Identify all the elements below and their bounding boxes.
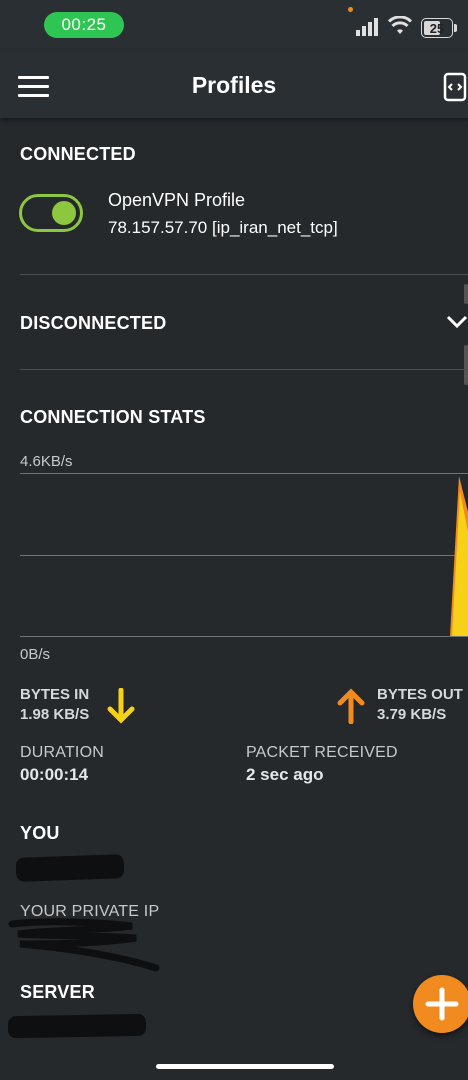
bytes-in-label: BYTES IN [20,686,90,703]
add-profile-button[interactable] [413,975,468,1033]
profile-name[interactable]: OpenVPN Profile [108,190,245,211]
privacy-indicator-dot [348,7,353,12]
redacted-private-ip [8,918,160,972]
you-heading: YOU [20,823,60,843]
redacted-public-ip [15,854,125,882]
import-profile-icon[interactable] [442,72,468,102]
profile-connection-toggle[interactable] [19,194,83,232]
graph-min-label: 0B/s [20,646,51,663]
divider [20,369,468,370]
bytes-out-label: BYTES OUT [377,686,463,703]
duration-label: DURATION [20,744,104,761]
page-title: Profiles [191,72,277,98]
wifi-icon [388,16,412,34]
arrow-down-icon [107,688,135,724]
server-heading: SERVER [20,982,95,1002]
chevron-down-icon[interactable] [446,314,468,330]
divider [20,274,468,275]
bytes-in-value: 1.98 KB/S [20,706,90,723]
traffic-graph [450,476,468,636]
graph-max-label: 4.6KB/s [20,453,73,470]
signal-icon [356,18,378,36]
profile-server-detail[interactable]: 78.157.57.70 [ip_iran_net_tcp] [108,218,338,238]
packet-received-label: PACKET RECEIVED [246,744,398,761]
home-indicator[interactable] [156,1064,334,1069]
battery-level: 25 [429,20,445,36]
app-bar: Profiles [0,50,468,118]
plus-icon [425,987,459,1021]
status-bar: 00:25 25 [0,0,468,50]
redacted-server-ip [7,1013,147,1039]
bytes-out-value: 3.79 KB/S [377,706,447,723]
status-time: 00:25 [44,12,124,38]
battery-icon: 25 [421,18,453,38]
connection-stats-heading: CONNECTION STATS [20,407,206,427]
arrow-up-icon [337,688,365,724]
disconnected-heading[interactable]: DISCONNECTED [20,313,166,334]
packet-received-value: 2 sec ago [246,765,324,784]
connected-heading: CONNECTED [20,144,136,164]
duration-value: 00:00:14 [20,765,89,784]
